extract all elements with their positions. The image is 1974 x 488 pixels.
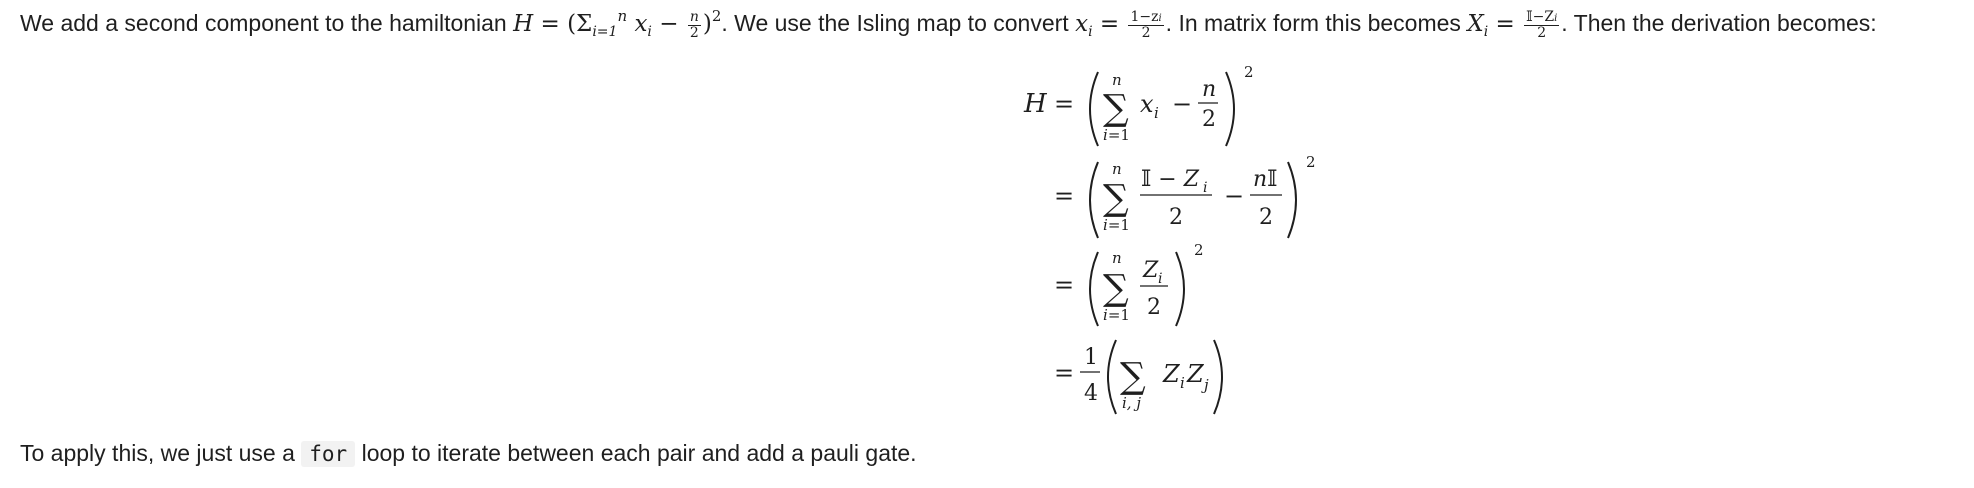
svg-text:n: n <box>1112 249 1122 267</box>
svg-text:2: 2 <box>1306 153 1316 171</box>
svg-text:1: 1 <box>1084 345 1098 370</box>
svg-text:i: i <box>1154 104 1159 122</box>
apply-text-part1: To apply this, we just use a <box>20 440 302 466</box>
apply-paragraph: To apply this, we just use a for loop to… <box>20 439 917 469</box>
math-sum-upper: n <box>617 7 628 25</box>
svg-text:2: 2 <box>1147 295 1161 320</box>
svg-text:i: i <box>1158 271 1162 287</box>
svg-text:=: = <box>1054 182 1074 210</box>
svg-text:n: n <box>1202 77 1216 102</box>
intro-paragraph: We add a second component to the hamilto… <box>20 7 1877 41</box>
math-H: H <box>513 11 534 37</box>
inline-math-hamiltonian: H = (Σi=1n xi − n 2)2 <box>513 7 722 41</box>
svg-text:i: i <box>1203 180 1207 196</box>
svg-text:∑: ∑ <box>1120 356 1146 397</box>
svg-text:i=1: i=1 <box>1103 216 1130 234</box>
svg-text:2: 2 <box>1244 63 1254 81</box>
derivation-equation: H = n ∑ i=1 x i − n 2 2 = n ∑ i=1 𝕀 − Z … <box>1023 63 1316 415</box>
math-frac-1-minus-z: 1−zi 2 <box>1128 8 1164 41</box>
math-frac-I-minus-Z: 𝕀−Zi 2 <box>1524 8 1560 41</box>
svg-text:−: − <box>1224 182 1244 210</box>
svg-text:4: 4 <box>1084 381 1098 406</box>
svg-text:i, j: i, j <box>1122 394 1141 412</box>
svg-text:=: = <box>1054 359 1074 387</box>
svg-text:n: n <box>1112 71 1122 89</box>
svg-text:𝕀 − Z: 𝕀 − Z <box>1141 167 1200 192</box>
svg-text:2: 2 <box>1202 107 1216 132</box>
intro-text-part1: We add a second component to the hamilto… <box>20 10 514 36</box>
math-x: x <box>634 11 648 37</box>
svg-text:2: 2 <box>1259 205 1273 230</box>
apply-text-part2: loop to iterate between each pair and ad… <box>355 440 917 466</box>
math-sum-lower: i=1 <box>592 24 618 40</box>
svg-text:H: H <box>1023 89 1048 119</box>
svg-text:∑: ∑ <box>1103 178 1129 219</box>
svg-text:∑: ∑ <box>1103 268 1129 309</box>
equation-line-4: = 1 4 ∑ i, j Z i Z j <box>1054 339 1223 415</box>
math-frac-n-over-2: n2 <box>687 8 701 41</box>
equation-line-2: = n ∑ i=1 𝕀 − Z i 2 − n𝕀 2 2 <box>1054 153 1316 239</box>
svg-text:x: x <box>1140 90 1154 118</box>
intro-text-part3: . In matrix form this becomes <box>1165 10 1468 36</box>
svg-text:=: = <box>1054 90 1074 118</box>
equation-line-3: = n ∑ i=1 Z i 2 2 <box>1054 241 1204 327</box>
svg-text:2: 2 <box>1169 205 1183 230</box>
intro-text-part4: . Then the derivation becomes: <box>1561 10 1877 36</box>
svg-text:∑: ∑ <box>1103 88 1129 129</box>
svg-text:n𝕀: n𝕀 <box>1253 167 1277 192</box>
svg-text:Z: Z <box>1186 360 1205 388</box>
svg-text:−: − <box>1172 90 1192 118</box>
svg-text:2: 2 <box>1194 241 1204 259</box>
svg-text:Z: Z <box>1162 360 1181 388</box>
inline-math-matrix-form: Xi = 𝕀−Zi 2 <box>1467 8 1560 41</box>
svg-text:=: = <box>1054 271 1074 299</box>
for-keyword-code: for <box>301 441 356 467</box>
inline-math-isling: xi = 1−zi 2 <box>1075 8 1164 41</box>
svg-text:i=1: i=1 <box>1103 306 1130 324</box>
equation-line-1: H = n ∑ i=1 x i − n 2 2 <box>1023 63 1254 147</box>
svg-text:i=1: i=1 <box>1103 126 1130 144</box>
intro-text-part2: . We use the Isling map to convert <box>721 10 1076 36</box>
svg-text:n: n <box>1112 160 1122 178</box>
svg-text:Z: Z <box>1142 258 1159 283</box>
math-square: 2 <box>711 7 722 25</box>
svg-text:i: i <box>1180 374 1185 392</box>
